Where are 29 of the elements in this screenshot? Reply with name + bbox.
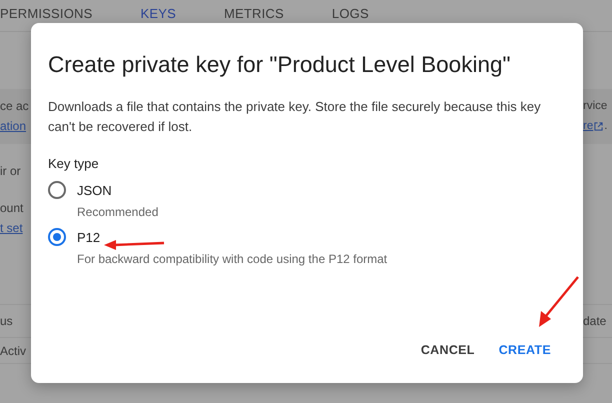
tab[interactable]: KEYS <box>140 6 176 21</box>
radio-button[interactable] <box>48 181 66 199</box>
tab[interactable]: PERMISSIONS <box>0 6 92 21</box>
group-label: Key type <box>48 155 100 173</box>
dialog-title: Create private key for "Product Level Booking" <box>48 51 512 79</box>
text: ount <box>0 200 24 217</box>
link[interactable]: t set <box>0 218 31 238</box>
description: Downloads a file that contains the private key. Store the file securely because this key can't be recovered if lost. <box>48 98 542 136</box>
annotation-arrow <box>104 238 166 250</box>
tab[interactable]: LOGS <box>332 6 369 21</box>
link[interactable]: ation <box>0 116 31 136</box>
text: rvice <box>583 99 608 114</box>
text: . <box>604 119 608 134</box>
option-label: P12 <box>77 230 100 244</box>
text: ir or <box>0 164 21 178</box>
column-header: us <box>0 314 13 328</box>
radio-button[interactable] <box>48 228 66 246</box>
hint-text: For backward compatibility with code using the P12 format <box>76 251 388 267</box>
cancel-button[interactable]: CANCEL <box>412 333 483 367</box>
option-label: JSON <box>77 182 112 198</box>
table-cell: Activ <box>0 344 26 358</box>
text: ce ac <box>0 98 30 115</box>
create-button[interactable]: CREATE <box>490 333 559 367</box>
link[interactable]: re <box>583 116 594 136</box>
tab[interactable]: METRICS <box>224 6 284 21</box>
external-link-icon[interactable] <box>594 122 604 130</box>
hint-text: Recommended <box>76 204 160 220</box>
column-header: date <box>583 314 606 328</box>
annotation-arrow <box>537 276 581 328</box>
